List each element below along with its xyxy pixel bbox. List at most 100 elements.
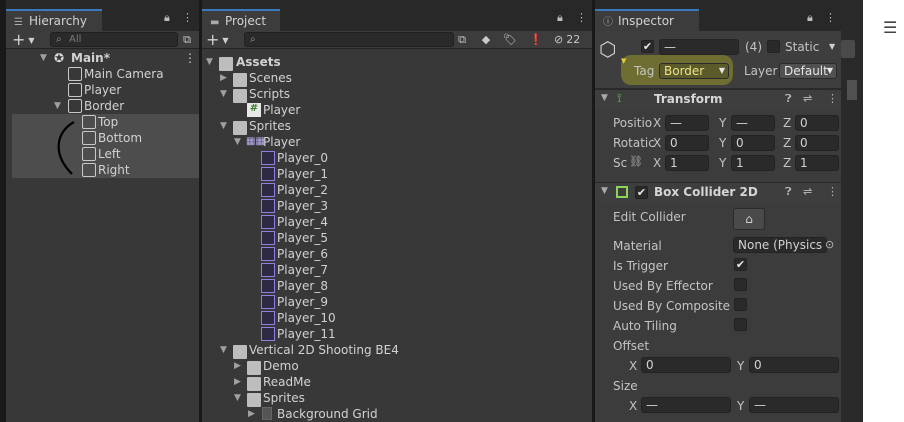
rotation-z-field[interactable]: 0	[795, 135, 839, 151]
expand-arrow-icon[interactable]: ▼	[220, 86, 227, 102]
scale-z-field[interactable]: 1	[795, 155, 839, 171]
project-row-demo[interactable]: ▶ Demo	[202, 358, 592, 375]
used-by-effector-checkbox[interactable]	[734, 278, 747, 291]
project-row-sprite[interactable]: Player_5	[202, 230, 592, 246]
project-row-background-grid[interactable]: ▶ Background Grid	[202, 406, 592, 422]
expand-arrow-icon[interactable]: ▼	[40, 50, 47, 66]
scene-search-icon[interactable]: ⧉	[179, 32, 195, 47]
component-menu-icon[interactable]: ⋮	[827, 92, 838, 105]
transform-header[interactable]: ▼ ⟟ Transform ❓︎ ⇌ ⋮	[595, 89, 841, 109]
expand-arrow-icon[interactable]: ▼	[206, 54, 213, 70]
scale-y-field[interactable]: 1	[731, 155, 775, 171]
hierarchy-row-top[interactable]: Top	[6, 114, 199, 130]
lock-icon[interactable]: 🔒︎	[807, 11, 813, 25]
presets-icon[interactable]: ⇌	[803, 185, 812, 198]
expand-arrow-icon[interactable]: ▼	[234, 134, 241, 150]
expand-arrow-icon[interactable]: ▼	[220, 342, 227, 358]
project-row-sprite[interactable]: Player_6	[202, 246, 592, 262]
foldout-arrow-icon[interactable]: ▼	[601, 93, 608, 103]
expand-arrow-icon[interactable]: ▼	[234, 390, 241, 406]
component-enabled-checkbox[interactable]: ✔	[635, 186, 648, 199]
hidden-packages-icon[interactable]: ⊘ 22	[554, 32, 592, 47]
search-by-type-icon[interactable]: ⧉	[454, 32, 470, 47]
project-row-sprites-2[interactable]: ▼ Sprites	[202, 390, 592, 407]
hierarchy-row-right[interactable]: Right	[6, 162, 199, 178]
object-picker-icon[interactable]: ⊙	[825, 238, 834, 251]
hierarchy-row-main-camera[interactable]: Main Camera	[6, 66, 199, 82]
more-menu-icon[interactable]: ⋮	[576, 11, 587, 24]
project-row-sprites[interactable]: ▼ Sprites	[202, 118, 592, 135]
project-search-input[interactable]: ⌕	[244, 32, 454, 47]
hamburger-menu-icon[interactable]: ☰	[883, 18, 897, 37]
box-collider-header[interactable]: ▼ ✔ Box Collider 2D ❓︎ ⇌ ⋮	[595, 182, 841, 202]
rotation-x-field[interactable]: 0	[665, 135, 709, 151]
position-y-field[interactable]: —	[731, 115, 775, 131]
project-row-sprite[interactable]: Player_4	[202, 214, 592, 230]
tag-dropdown[interactable]: Border ▼	[659, 63, 729, 79]
collapse-arrow-icon[interactable]: ▶	[234, 358, 241, 374]
offset-x-field[interactable]: 0	[641, 357, 731, 373]
constrain-proportions-icon[interactable]: ⛓︎	[629, 155, 643, 168]
expand-arrow-icon[interactable]: ▼	[54, 98, 61, 114]
project-row-scenes[interactable]: ▶ Scenes	[202, 70, 592, 87]
project-row-vertical-shooting[interactable]: ▼ Vertical 2D Shooting BE4	[202, 342, 592, 359]
project-row-sprite[interactable]: Player_8	[202, 278, 592, 294]
lock-icon[interactable]: 🔒︎	[557, 11, 563, 25]
more-menu-icon[interactable]: ⋮	[825, 11, 836, 24]
warning-icon[interactable]: ❗	[528, 32, 544, 47]
project-row-sprite[interactable]: Player_10	[202, 310, 592, 326]
layer-dropdown[interactable]: Default ▼	[779, 63, 837, 79]
used-by-composite-checkbox[interactable]	[734, 298, 747, 311]
hierarchy-row-border[interactable]: ▼ Border	[6, 98, 199, 114]
edit-collider-button[interactable]: ⌂	[733, 208, 765, 230]
scale-x-field[interactable]: 1	[665, 155, 709, 171]
hierarchy-row-left[interactable]: Left	[6, 146, 199, 162]
size-y-field[interactable]: —	[749, 397, 839, 413]
position-x-field[interactable]: —	[665, 115, 709, 131]
lock-icon[interactable]: 🔒︎	[164, 11, 170, 25]
tab-hierarchy[interactable]: ☰ Hierarchy	[6, 9, 102, 31]
collapse-arrow-icon[interactable]: ▶	[220, 70, 227, 86]
project-row-sprite[interactable]: Player_1	[202, 166, 592, 182]
static-checkbox[interactable]	[767, 40, 780, 53]
hierarchy-row-bottom[interactable]: Bottom	[6, 130, 199, 146]
help-icon[interactable]: ❓︎	[785, 185, 792, 199]
project-row-sprite[interactable]: Player_9	[202, 294, 592, 310]
project-row-sprite[interactable]: Player_7	[202, 262, 592, 278]
scrollbar[interactable]	[847, 80, 857, 100]
presets-icon[interactable]: ⇌	[803, 92, 812, 105]
rotation-y-field[interactable]: 0	[731, 135, 775, 151]
static-dropdown-icon[interactable]: ▼	[829, 42, 835, 51]
active-checkbox[interactable]: ✔	[641, 40, 654, 53]
project-row-readme[interactable]: ▶ ReadMe	[202, 374, 592, 391]
project-row-scripts[interactable]: ▼ Scripts	[202, 86, 592, 103]
hierarchy-search-input[interactable]: ⌕ All	[50, 32, 178, 47]
component-menu-icon[interactable]: ⋮	[827, 185, 838, 198]
project-row-sprite[interactable]: Player_11	[202, 326, 592, 342]
create-dropdown[interactable]: + ▼	[12, 31, 35, 49]
hierarchy-row-player[interactable]: Player	[6, 82, 199, 98]
is-trigger-checkbox[interactable]: ✔	[734, 258, 747, 271]
collapse-arrow-icon[interactable]: ▶	[234, 374, 241, 390]
project-row-player-sheet[interactable]: ▼ ▦▦ Player	[202, 134, 592, 150]
project-row-sprite[interactable]: Player_0	[202, 150, 592, 166]
expand-arrow-icon[interactable]: ▼	[220, 118, 227, 134]
position-z-field[interactable]: 0	[795, 115, 839, 131]
create-dropdown[interactable]: + ▼	[206, 31, 229, 49]
filter-by-type-icon[interactable]: ◆	[478, 32, 494, 47]
project-row-assets[interactable]: ▼ Assets	[202, 54, 592, 71]
object-name-field[interactable]: —	[659, 39, 739, 55]
more-menu-icon[interactable]: ⋮	[182, 11, 193, 24]
auto-tiling-checkbox[interactable]	[734, 318, 747, 331]
offset-y-field[interactable]: 0	[749, 357, 839, 373]
size-x-field[interactable]: —	[641, 397, 731, 413]
collapse-arrow-icon[interactable]: ▶	[248, 406, 255, 422]
project-row-player-script[interactable]: # Player	[202, 102, 592, 118]
filter-by-label-icon[interactable]: 🏷︎	[502, 32, 518, 47]
foldout-arrow-icon[interactable]: ▼	[601, 186, 608, 196]
help-icon[interactable]: ❓︎	[785, 92, 792, 106]
tab-inspector[interactable]: ⓘ Inspector	[595, 9, 699, 31]
project-row-sprite[interactable]: Player_2	[202, 182, 592, 198]
collapsed-dropdown[interactable]	[841, 40, 855, 58]
scene-menu-icon[interactable]: ⋮	[184, 50, 196, 66]
